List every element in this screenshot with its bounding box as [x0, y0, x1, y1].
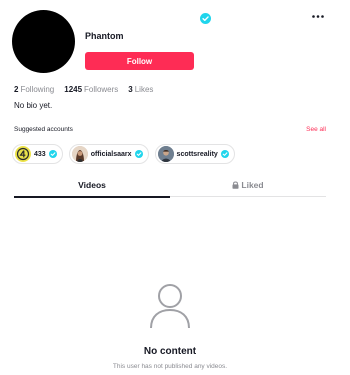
user-outline-icon — [150, 284, 190, 329]
tab-liked-label: Liked — [241, 180, 264, 190]
suggested-name-433: 433 — [34, 150, 46, 158]
empty-state-title: No content — [143, 346, 197, 357]
433-logo-icon — [15, 146, 31, 162]
profile-page: Phantom Follow 2 Following 1245 Followers … — [0, 0, 350, 375]
followers-count: 1245 — [64, 85, 83, 94]
profile-tabs: Videos Liked — [14, 180, 326, 198]
profile-stats: 2 Following 1245 Followers 3 Likes — [14, 85, 153, 94]
suggested-account-scottsreality[interactable]: scottsreality — [154, 144, 235, 164]
empty-state-subtitle: This user has not published any videos. — [112, 363, 228, 370]
followers-label: Followers — [84, 85, 119, 94]
lock-icon — [232, 181, 239, 189]
verified-badge-icon — [220, 150, 229, 158]
suggested-name-officialsaarx: officialsaarx — [90, 150, 132, 158]
suggested-name-scottsreality: scottsreality — [176, 150, 218, 158]
person-photo-icon — [157, 146, 174, 162]
verified-badge-icon — [48, 150, 57, 158]
suggested-avatar-officialsaarx — [71, 146, 88, 162]
see-all-link[interactable]: See all — [306, 126, 326, 133]
suggested-account-433[interactable]: 433 — [12, 144, 63, 164]
likes-stat: 3 Likes — [128, 85, 153, 94]
following-stat[interactable]: 2 Following — [14, 85, 54, 94]
likes-label: Likes — [134, 85, 154, 94]
suggested-accounts-list: 433 officialsaarx scottsreality — [12, 144, 235, 164]
person-photo-icon — [71, 146, 88, 162]
tab-videos[interactable]: Videos — [14, 180, 170, 198]
more-options-button[interactable] — [309, 10, 327, 22]
following-label: Following — [20, 85, 55, 94]
suggested-avatar-433 — [15, 146, 31, 162]
suggested-account-officialsaarx[interactable]: officialsaarx — [68, 144, 149, 164]
tab-videos-label: Videos — [78, 180, 106, 190]
verified-badge-icon — [134, 150, 143, 158]
followers-stat[interactable]: 1245 Followers — [64, 85, 118, 94]
suggested-avatar-scottsreality — [157, 146, 174, 162]
verified-badge-icon — [200, 13, 211, 24]
follow-button[interactable]: Follow — [85, 52, 194, 70]
profile-username: Phantom — [85, 31, 124, 41]
profile-avatar[interactable] — [12, 10, 75, 73]
active-tab-indicator — [14, 196, 170, 198]
likes-count: 3 — [128, 85, 133, 94]
suggested-accounts-title: Suggested accounts — [14, 126, 73, 133]
following-count: 2 — [14, 85, 19, 94]
tab-liked[interactable]: Liked — [170, 180, 326, 196]
profile-bio: No bio yet. — [14, 101, 53, 110]
more-dots-icon — [312, 14, 324, 18]
